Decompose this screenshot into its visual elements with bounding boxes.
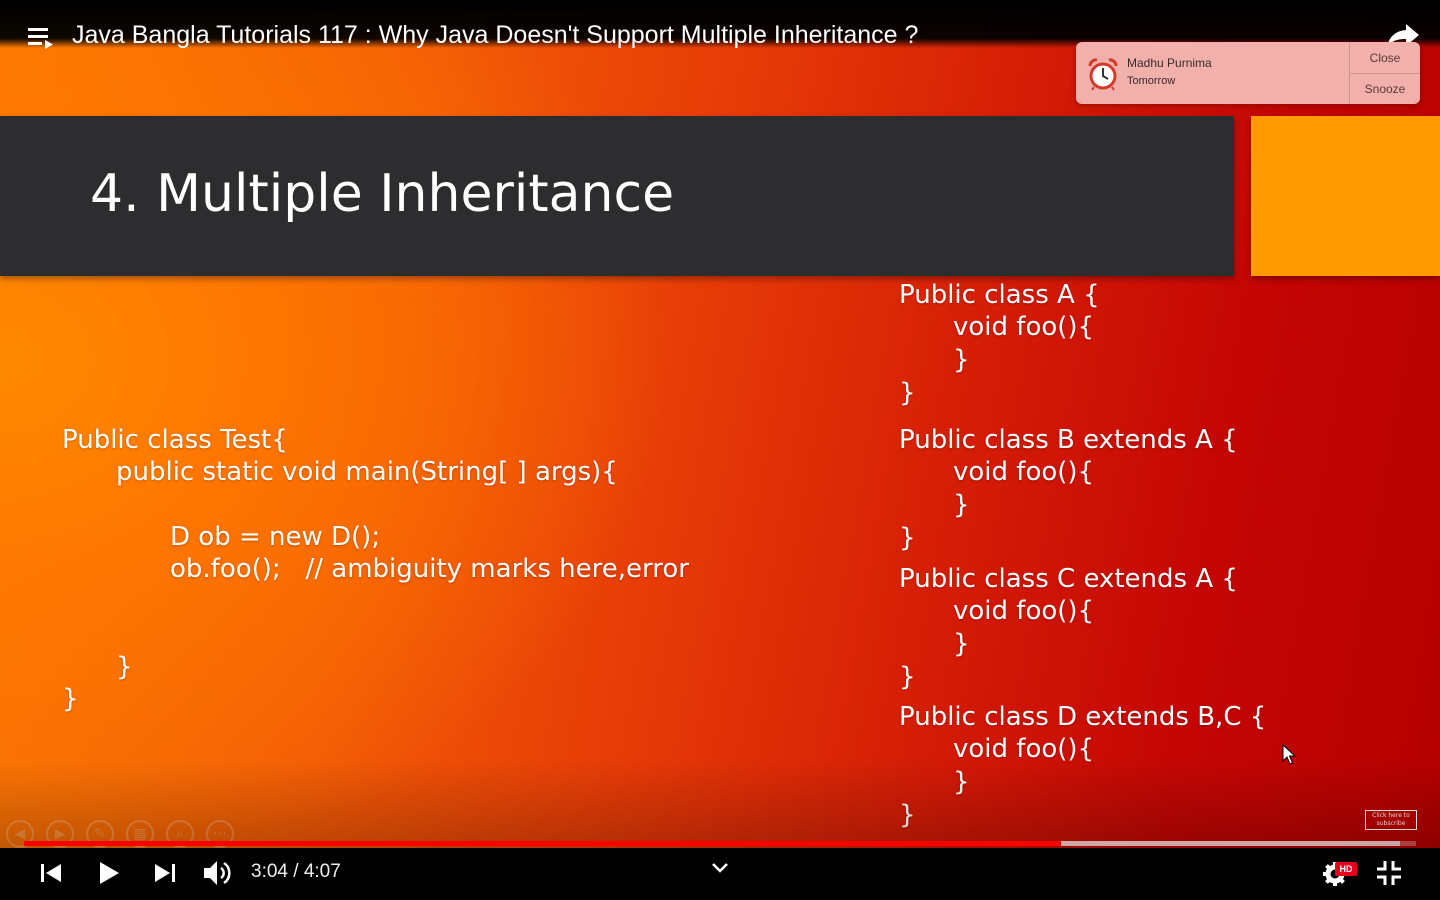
mouse-cursor-icon (1282, 744, 1296, 765)
class-c-header: Public class C extends A { (899, 564, 1238, 594)
notification-title: Madhu Purnima (1127, 56, 1212, 70)
chevron-down-icon[interactable] (711, 862, 729, 874)
class-c-inner-close: } (953, 629, 970, 659)
class-b-inner-close: } (953, 490, 970, 520)
class-d-header: Public class D extends B,C { (899, 702, 1267, 732)
notification-subtitle: Tomorrow (1127, 75, 1176, 87)
progress-bar[interactable] (24, 841, 1416, 846)
slide-title: 4. Multiple Inheritance (90, 164, 675, 224)
video-title[interactable]: Java Bangla Tutorials 117 : Why Java Doe… (72, 18, 918, 52)
hd-badge: HD (1335, 862, 1357, 876)
reminder-notification[interactable]: Madhu Purnima Tomorrow Close Snooze (1076, 42, 1420, 104)
class-b-method: void foo(){ (953, 457, 1095, 487)
class-b-header: Public class B extends A { (899, 425, 1238, 455)
class-d-inner-close: } (953, 767, 970, 797)
code-line: } (116, 652, 133, 682)
class-a-method: void foo(){ (953, 312, 1095, 342)
code-line: public static void main(String[ ] args){ (116, 457, 618, 487)
snooze-button[interactable]: Snooze (1350, 73, 1420, 104)
class-d-method: void foo(){ (953, 734, 1095, 764)
class-a-close: } (899, 378, 916, 408)
class-c-close: } (899, 662, 916, 692)
next-icon[interactable] (154, 862, 176, 884)
playlist-icon[interactable] (28, 27, 54, 49)
subscribe-badge[interactable]: Click here to subscribe (1365, 810, 1417, 830)
exit-fullscreen-icon[interactable] (1376, 860, 1402, 886)
class-a-inner-close: } (953, 345, 970, 375)
code-line: Public class Test{ (62, 425, 288, 455)
class-b-close: } (899, 523, 916, 553)
code-line: D ob = new D(); (170, 522, 381, 552)
close-button[interactable]: Close (1350, 42, 1420, 73)
time-display: 3:04 / 4:07 (251, 861, 341, 882)
class-c-method: void foo(){ (953, 596, 1095, 626)
notification-actions: Close Snooze (1349, 42, 1420, 104)
play-icon[interactable] (97, 861, 121, 885)
previous-icon[interactable] (40, 862, 62, 884)
slide-accent-block (1251, 116, 1440, 276)
alarm-clock-icon (1088, 58, 1118, 91)
code-line: ob.foo(); // ambiguity marks here,error (170, 554, 689, 584)
code-line: } (62, 684, 79, 714)
class-a-header: Public class A { (899, 280, 1100, 310)
volume-icon[interactable] (203, 859, 233, 887)
class-d-close: } (899, 800, 916, 830)
played-bar (24, 841, 1062, 846)
video-frame[interactable]: 4. Multiple Inheritance Public class Tes… (0, 0, 1440, 900)
